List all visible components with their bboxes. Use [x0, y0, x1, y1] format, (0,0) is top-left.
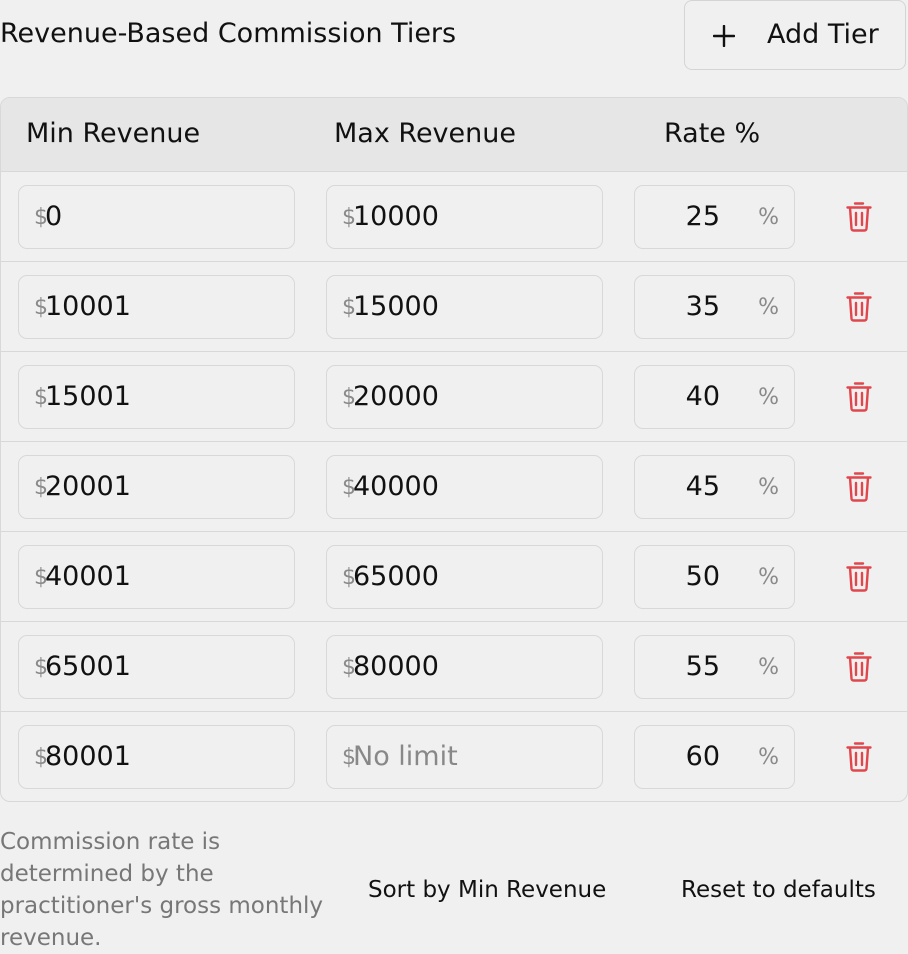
table-header: Min Revenue Max Revenue Rate % — [1, 98, 907, 172]
rate-field[interactable]: 40% — [634, 365, 795, 429]
max-revenue-field[interactable]: $10000 — [326, 185, 603, 249]
column-header-rate: Rate % — [664, 118, 761, 149]
max-revenue-value[interactable]: 80000 — [353, 649, 439, 685]
sort-by-min-revenue-button[interactable]: Sort by Min Revenue — [368, 874, 606, 906]
delete-tier-button[interactable] — [839, 380, 879, 414]
min-revenue-field[interactable]: $15001 — [18, 365, 295, 429]
percent-symbol: % — [758, 565, 779, 590]
rate-field[interactable]: 45% — [634, 455, 795, 519]
add-tier-button[interactable]: Add Tier — [684, 0, 906, 70]
page-title: Revenue-Based Commission Tiers — [0, 18, 457, 49]
column-header-max-revenue: Max Revenue — [334, 118, 516, 149]
max-revenue-value[interactable]: 15000 — [353, 289, 439, 325]
max-revenue-field[interactable]: $20000 — [326, 365, 603, 429]
min-revenue-value[interactable]: 65001 — [45, 649, 131, 685]
rate-field[interactable]: 35% — [634, 275, 795, 339]
max-revenue-field[interactable]: $80000 — [326, 635, 603, 699]
max-revenue-field[interactable]: $ No limit — [326, 725, 603, 789]
delete-tier-button[interactable] — [839, 650, 879, 684]
delete-tier-button[interactable] — [839, 560, 879, 594]
header: Revenue-Based Commission Tiers Add Tier — [0, 0, 908, 72]
percent-symbol: % — [758, 745, 779, 770]
min-revenue-field[interactable]: $0 — [18, 185, 295, 249]
percent-symbol: % — [758, 475, 779, 500]
rate-value[interactable]: 25 — [686, 199, 720, 235]
footer-note: Commission rate is determined by the pra… — [0, 829, 324, 951]
rate-value[interactable]: 40 — [686, 379, 720, 415]
rate-field[interactable]: 60% — [634, 725, 795, 789]
rate-value[interactable]: 35 — [686, 289, 720, 325]
reset-to-defaults-button[interactable]: Reset to defaults — [681, 874, 876, 906]
min-revenue-field[interactable]: $65001 — [18, 635, 295, 699]
percent-symbol: % — [758, 655, 779, 680]
max-revenue-value[interactable]: 65000 — [353, 559, 439, 595]
rate-value[interactable]: 60 — [686, 739, 720, 775]
rate-value[interactable]: 50 — [686, 559, 720, 595]
table-row: $80001 $ No limit 60% — [1, 712, 907, 801]
percent-symbol: % — [758, 385, 779, 410]
max-revenue-field[interactable]: $65000 — [326, 545, 603, 609]
min-revenue-field[interactable]: $20001 — [18, 455, 295, 519]
table-row: $20001 $40000 45% — [1, 442, 907, 532]
delete-tier-button[interactable] — [839, 470, 879, 504]
rate-value[interactable]: 55 — [686, 649, 720, 685]
min-revenue-value[interactable]: 10001 — [45, 289, 131, 325]
table-row: $65001 $80000 55% — [1, 622, 907, 712]
rate-field[interactable]: 25% — [634, 185, 795, 249]
rate-field[interactable]: 55% — [634, 635, 795, 699]
rate-value[interactable]: 45 — [686, 469, 720, 505]
column-header-min-revenue: Min Revenue — [26, 118, 201, 149]
min-revenue-value[interactable]: 80001 — [45, 739, 131, 775]
table-row: $15001 $20000 40% — [1, 352, 907, 442]
table-row: $10001 $15000 35% — [1, 262, 907, 352]
min-revenue-value[interactable]: 15001 — [45, 379, 131, 415]
min-revenue-field[interactable]: $40001 — [18, 545, 295, 609]
plus-icon — [712, 24, 736, 48]
delete-tier-button[interactable] — [839, 200, 879, 234]
min-revenue-value[interactable]: 0 — [45, 199, 62, 235]
max-revenue-value[interactable]: 40000 — [353, 469, 439, 505]
tiers-table: Min Revenue Max Revenue Rate % $0 $10000 2… — [0, 97, 908, 802]
min-revenue-field[interactable]: $80001 — [18, 725, 295, 789]
max-revenue-field[interactable]: $15000 — [326, 275, 603, 339]
add-tier-label: Add Tier — [767, 19, 879, 50]
rate-field[interactable]: 50% — [634, 545, 795, 609]
delete-tier-button[interactable] — [839, 290, 879, 324]
delete-tier-button[interactable] — [839, 740, 879, 774]
percent-symbol: % — [758, 295, 779, 320]
min-revenue-field[interactable]: $10001 — [18, 275, 295, 339]
max-revenue-value[interactable]: No limit — [353, 739, 458, 775]
min-revenue-value[interactable]: 20001 — [45, 469, 131, 505]
max-revenue-value[interactable]: 10000 — [353, 199, 439, 235]
max-revenue-field[interactable]: $40000 — [326, 455, 603, 519]
percent-symbol: % — [758, 205, 779, 230]
table-row: $0 $10000 25% — [1, 172, 907, 262]
max-revenue-value[interactable]: 20000 — [353, 379, 439, 415]
table-row: $40001 $65000 50% — [1, 532, 907, 622]
min-revenue-value[interactable]: 40001 — [45, 559, 131, 595]
